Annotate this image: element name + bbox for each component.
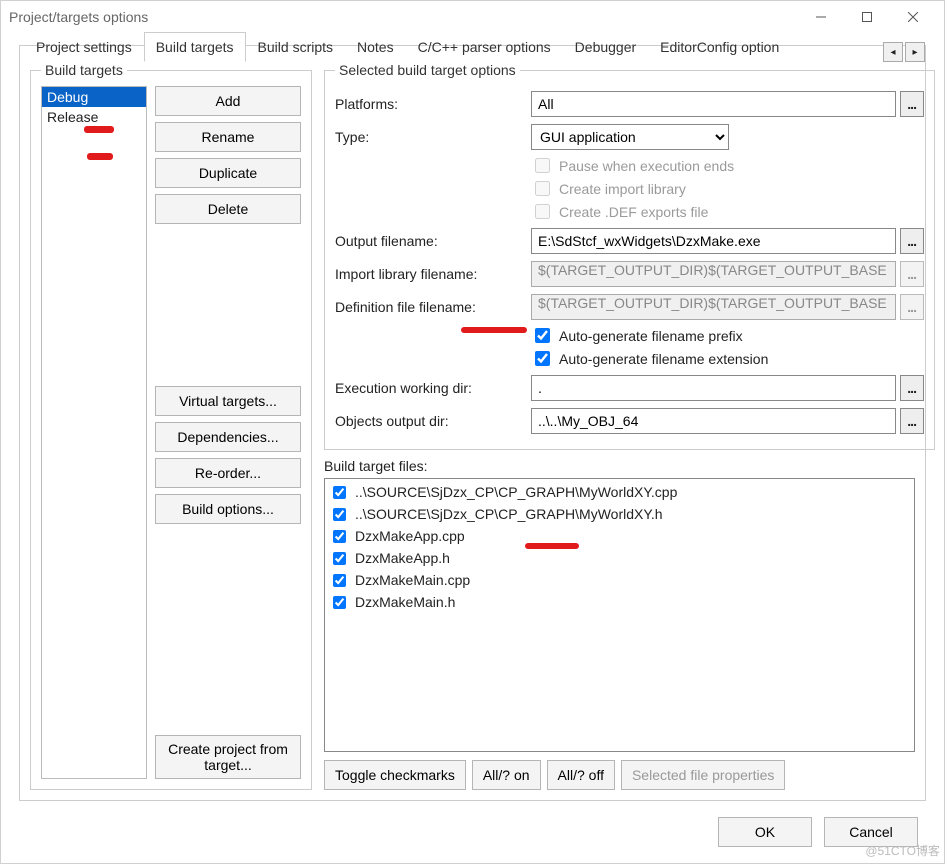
pane: Build targets Debug Release Add Rename D… — [30, 62, 915, 790]
output-filename-browse-button[interactable]: ... — [900, 228, 924, 254]
file-checkbox[interactable] — [333, 596, 346, 609]
auto-prefix-checkbox[interactable] — [535, 328, 550, 343]
file-checkbox[interactable] — [333, 552, 346, 565]
import-lib-browse-button: ... — [900, 261, 924, 287]
tab-build-targets[interactable]: Build targets — [144, 32, 246, 62]
tab-editorconfig[interactable]: EditorConfig option — [648, 32, 791, 62]
auto-prefix-label: Auto-generate filename prefix — [559, 328, 743, 344]
watermark: @51CTO博客 — [865, 842, 940, 859]
file-checkbox[interactable] — [333, 486, 346, 499]
auto-ext-checkbox[interactable] — [535, 351, 550, 366]
selected-target-options-group: Selected build target options Platforms:… — [324, 62, 935, 450]
build-targets-group: Build targets Debug Release Add Rename D… — [30, 62, 312, 790]
target-files-area: Build target files: ..\SOURCE\SjDzx_CP\C… — [324, 458, 915, 790]
content-area: Project settings Build targets Build scr… — [19, 45, 926, 801]
tab-notes[interactable]: Notes — [345, 32, 406, 62]
file-path: DzxMakeApp.cpp — [355, 528, 465, 544]
file-checkbox[interactable] — [333, 574, 346, 587]
reorder-button[interactable]: Re-order... — [155, 458, 301, 488]
file-row[interactable]: ..\SOURCE\SjDzx_CP\CP_GRAPH\MyWorldXY.h — [329, 503, 910, 525]
file-path: ..\SOURCE\SjDzx_CP\CP_GRAPH\MyWorldXY.h — [355, 506, 663, 522]
auto-ext-label: Auto-generate filename extension — [559, 351, 768, 367]
pause-check-row: Pause when execution ends — [531, 155, 924, 176]
tabs-scroll-right-icon[interactable]: ▸ — [905, 42, 925, 62]
output-filename-label: Output filename: — [335, 233, 525, 249]
def-file-checkbox — [535, 204, 550, 219]
obj-dir-input[interactable] — [531, 408, 896, 434]
delete-button[interactable]: Delete — [155, 194, 301, 224]
all-off-button[interactable]: All/? off — [547, 760, 615, 790]
exec-dir-browse-button[interactable]: ... — [900, 375, 924, 401]
ok-button[interactable]: OK — [718, 817, 812, 847]
file-path: DzxMakeApp.h — [355, 550, 450, 566]
dependencies-button[interactable]: Dependencies... — [155, 422, 301, 452]
tab-parser-options[interactable]: C/C++ parser options — [406, 32, 563, 62]
auto-ext-row[interactable]: Auto-generate filename extension — [531, 348, 924, 369]
add-button[interactable]: Add — [155, 86, 301, 116]
window-title: Project/targets options — [9, 9, 148, 25]
rename-button[interactable]: Rename — [155, 122, 301, 152]
tabs-strip: Project settings Build targets Build scr… — [20, 26, 925, 62]
selected-options-legend: Selected build target options — [335, 62, 520, 78]
tab-scroll: ◂ ▸ — [881, 42, 925, 62]
def-file-filename-input: $(TARGET_OUTPUT_DIR)$(TARGET_OUTPUT_BASE — [531, 294, 896, 320]
type-select[interactable]: GUI application — [531, 124, 729, 150]
virtual-targets-button[interactable]: Virtual targets... — [155, 386, 301, 416]
target-item-debug[interactable]: Debug — [42, 87, 146, 107]
all-on-button[interactable]: All/? on — [472, 760, 541, 790]
platforms-input[interactable] — [531, 91, 896, 117]
obj-dir-label: Objects output dir: — [335, 413, 525, 429]
duplicate-button[interactable]: Duplicate — [155, 158, 301, 188]
file-row[interactable]: DzxMakeApp.h — [329, 547, 910, 569]
import-lib-filename-label: Import library filename: — [335, 266, 525, 282]
left-column: Build targets Debug Release Add Rename D… — [30, 62, 312, 790]
type-label: Type: — [335, 129, 525, 145]
tab-build-scripts[interactable]: Build scripts — [246, 32, 345, 62]
import-lib-checkbox — [535, 181, 550, 196]
import-lib-filename-input: $(TARGET_OUTPUT_DIR)$(TARGET_OUTPUT_BASE — [531, 261, 896, 287]
file-path: DzxMakeMain.cpp — [355, 572, 470, 588]
file-checkbox[interactable] — [333, 508, 346, 521]
obj-dir-browse-button[interactable]: ... — [900, 408, 924, 434]
build-options-button[interactable]: Build options... — [155, 494, 301, 524]
target-files-label: Build target files: — [324, 458, 915, 474]
target-list[interactable]: Debug Release — [41, 86, 147, 779]
platforms-label: Platforms: — [335, 96, 525, 112]
file-row[interactable]: DzxMakeApp.cpp — [329, 525, 910, 547]
selected-file-properties-button: Selected file properties — [621, 760, 785, 790]
file-path: DzxMakeMain.h — [355, 594, 455, 610]
exec-dir-input[interactable] — [531, 375, 896, 401]
auto-prefix-row[interactable]: Auto-generate filename prefix — [531, 325, 924, 346]
output-filename-input[interactable] — [531, 228, 896, 254]
import-lib-label: Create import library — [559, 181, 686, 197]
toggle-checkmarks-button[interactable]: Toggle checkmarks — [324, 760, 466, 790]
target-item-release[interactable]: Release — [42, 107, 146, 127]
def-file-check-row: Create .DEF exports file — [531, 201, 924, 222]
file-row[interactable]: DzxMakeMain.h — [329, 591, 910, 613]
tabs-scroll-left-icon[interactable]: ◂ — [883, 42, 903, 62]
file-row[interactable]: ..\SOURCE\SjDzx_CP\CP_GRAPH\MyWorldXY.cp… — [329, 481, 910, 503]
def-file-browse-button: ... — [900, 294, 924, 320]
tab-debugger[interactable]: Debugger — [563, 32, 649, 62]
create-project-from-target-button[interactable]: Create project from target... — [155, 735, 301, 779]
build-targets-legend: Build targets — [41, 62, 127, 78]
pause-label: Pause when execution ends — [559, 158, 734, 174]
pause-checkbox — [535, 158, 550, 173]
tab-project-settings[interactable]: Project settings — [24, 32, 144, 62]
def-file-filename-label: Definition file filename: — [335, 299, 525, 315]
file-row[interactable]: DzxMakeMain.cpp — [329, 569, 910, 591]
exec-dir-label: Execution working dir: — [335, 380, 525, 396]
target-files-list[interactable]: ..\SOURCE\SjDzx_CP\CP_GRAPH\MyWorldXY.cp… — [324, 478, 915, 752]
import-lib-check-row: Create import library — [531, 178, 924, 199]
right-column: Selected build target options Platforms:… — [324, 62, 915, 790]
platforms-browse-button[interactable]: ... — [900, 91, 924, 117]
dialog-window: Project/targets options Project settings… — [0, 0, 945, 864]
def-file-label: Create .DEF exports file — [559, 204, 708, 220]
file-checkbox[interactable] — [333, 530, 346, 543]
file-path: ..\SOURCE\SjDzx_CP\CP_GRAPH\MyWorldXY.cp… — [355, 484, 677, 500]
